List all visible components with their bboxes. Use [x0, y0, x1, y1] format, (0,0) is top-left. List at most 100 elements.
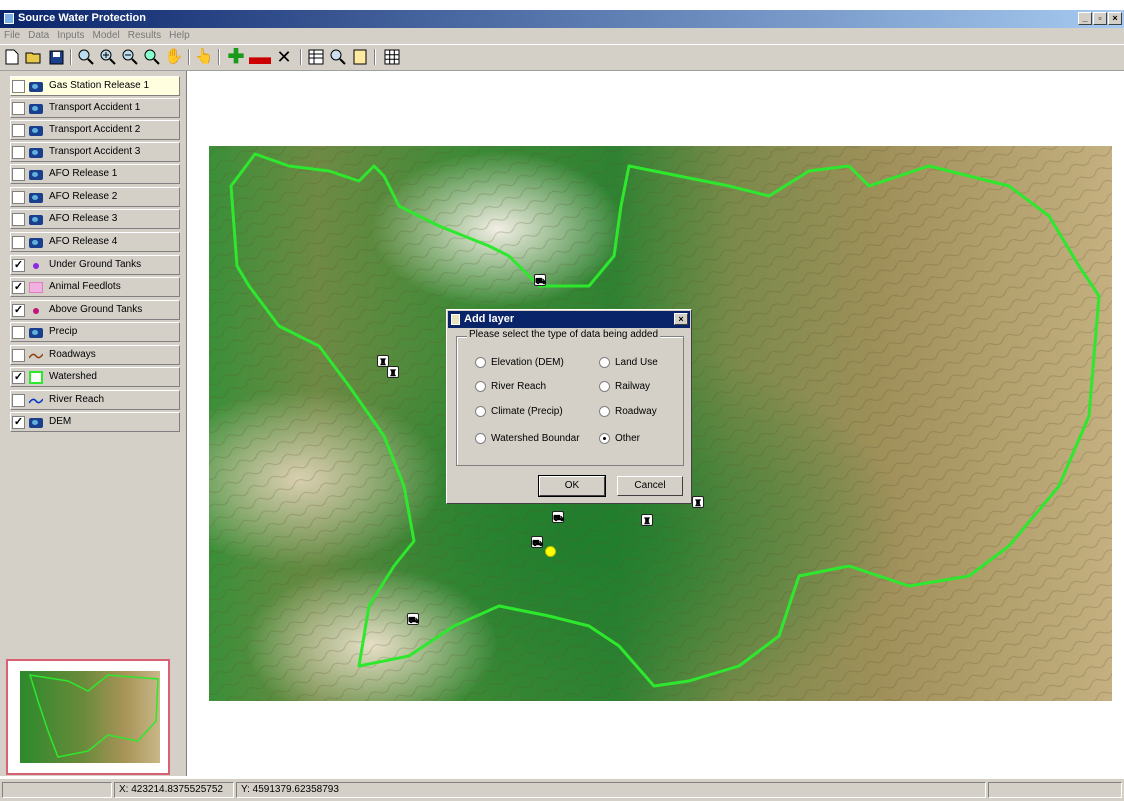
layer-label: AFO Release 1 — [49, 168, 118, 179]
map-icon — [29, 147, 43, 158]
site-marker-icon[interactable]: ⛟ — [552, 511, 564, 523]
layer-item-under-ground-tanks[interactable]: ✓ Under Ground Tanks — [10, 255, 180, 275]
status-pane-empty — [2, 782, 112, 798]
menu-results[interactable]: Results — [124, 28, 165, 44]
layer-checkbox[interactable] — [12, 124, 25, 137]
site-marker-icon[interactable]: ⛟ — [531, 536, 543, 548]
open-icon[interactable] — [24, 47, 44, 67]
layer-label: Gas Station Release 1 — [49, 80, 150, 91]
release-point-icon[interactable] — [545, 546, 556, 557]
layer-checkbox[interactable]: ✓ — [12, 259, 25, 272]
status-pane-right — [988, 782, 1122, 798]
green-box-icon — [29, 371, 43, 384]
layer-item-afo-release-3[interactable]: AFO Release 3 — [10, 209, 180, 229]
remove-layer-icon[interactable]: ▬ — [249, 46, 271, 68]
table-icon[interactable] — [306, 47, 326, 67]
layer-label: Under Ground Tanks — [49, 259, 142, 270]
layer-item-transport-accident-1[interactable]: Transport Accident 1 — [10, 98, 180, 118]
layer-item-afo-release-4[interactable]: AFO Release 4 — [10, 232, 180, 252]
title-bar: Source Water Protection _ ▫ × — [0, 10, 1124, 28]
radio-elevation-dem[interactable]: Elevation (DEM) — [475, 357, 564, 368]
purple-dot-icon — [29, 260, 43, 271]
layer-checkbox[interactable]: ✓ — [12, 416, 25, 429]
grid-icon[interactable] — [382, 47, 402, 67]
layer-checkbox[interactable]: ✓ — [12, 281, 25, 294]
map-icon — [29, 237, 43, 248]
menu-data[interactable]: Data — [24, 28, 53, 44]
layer-item-animal-feedlots[interactable]: ✓ Animal Feedlots — [10, 277, 180, 297]
layer-checkbox[interactable] — [12, 349, 25, 362]
layout-icon[interactable] — [350, 47, 370, 67]
layer-label: River Reach — [49, 394, 105, 405]
layer-item-dem[interactable]: ✓ DEM — [10, 412, 180, 432]
layer-item-above-ground-tanks[interactable]: ✓ Above Ground Tanks — [10, 300, 180, 320]
new-icon[interactable] — [2, 47, 22, 67]
maximize-button[interactable]: ▫ — [1093, 12, 1107, 25]
delete-icon[interactable]: ✕ — [274, 47, 294, 67]
layer-checkbox[interactable] — [12, 326, 25, 339]
layer-item-gas-station-release-1[interactable]: Gas Station Release 1 — [10, 76, 180, 96]
save-icon[interactable] — [46, 47, 66, 67]
find-icon[interactable] — [328, 47, 348, 67]
layer-item-transport-accident-3[interactable]: Transport Accident 3 — [10, 142, 180, 162]
layer-item-transport-accident-2[interactable]: Transport Accident 2 — [10, 120, 180, 140]
radio-watershed-boundary[interactable]: Watershed Boundar — [475, 433, 580, 444]
dialog-prompt: Please select the type of data being add… — [467, 329, 661, 340]
dialog-app-icon — [451, 314, 460, 325]
menu-help[interactable]: Help — [165, 28, 194, 44]
layer-item-afo-release-2[interactable]: AFO Release 2 — [10, 187, 180, 207]
add-layer-icon[interactable]: ✚ — [226, 47, 246, 67]
map-icon — [29, 417, 43, 428]
layer-checkbox[interactable] — [12, 191, 25, 204]
overview-map[interactable] — [6, 659, 170, 775]
layer-item-river-reach[interactable]: River Reach — [10, 390, 180, 410]
zoom-in-icon[interactable] — [98, 47, 118, 67]
dialog-close-button[interactable]: × — [674, 313, 688, 325]
tank-marker-icon[interactable]: ♜ — [387, 366, 399, 378]
radio-river-reach[interactable]: River Reach — [475, 381, 546, 392]
radio-railway[interactable]: Railway — [599, 381, 650, 392]
layer-label: Above Ground Tanks — [49, 304, 143, 315]
tank-marker-icon[interactable]: ♜ — [641, 514, 653, 526]
layer-label: DEM — [49, 416, 72, 427]
layer-checkbox[interactable]: ✓ — [12, 304, 25, 317]
zoom-out-icon[interactable] — [120, 47, 140, 67]
pan-icon[interactable]: ✋ — [164, 47, 184, 67]
tank-marker-icon[interactable]: ♜ — [692, 496, 704, 508]
cancel-button[interactable]: Cancel — [617, 476, 683, 496]
radio-roadway[interactable]: Roadway — [599, 406, 657, 417]
ok-button[interactable]: OK — [538, 475, 606, 497]
radio-climate-precip[interactable]: Climate (Precip) — [475, 406, 563, 417]
map-icon — [29, 103, 43, 114]
layer-item-afo-release-1[interactable]: AFO Release 1 — [10, 164, 180, 184]
layer-checkbox[interactable] — [12, 213, 25, 226]
layer-item-roadways[interactable]: Roadways — [10, 345, 180, 365]
menu-inputs[interactable]: Inputs — [53, 28, 88, 44]
layer-label: AFO Release 2 — [49, 191, 118, 202]
radio-other[interactable]: Other — [599, 433, 640, 444]
brown-line-icon — [29, 350, 43, 361]
toolbar: ✋ 👆 ✚ ▬ ✕ — [0, 45, 1124, 71]
layer-item-watershed[interactable]: ✓ Watershed — [10, 367, 180, 387]
layer-checkbox[interactable]: ✓ — [12, 371, 25, 384]
menu-model[interactable]: Model — [89, 28, 124, 44]
layer-item-precip[interactable]: Precip — [10, 322, 180, 342]
radio-land-use[interactable]: Land Use — [599, 357, 658, 368]
layer-checkbox[interactable] — [12, 394, 25, 407]
layer-checkbox[interactable] — [12, 102, 25, 115]
minimize-button[interactable]: _ — [1078, 12, 1092, 25]
layer-checkbox[interactable] — [12, 146, 25, 159]
layer-label: Animal Feedlots — [49, 281, 121, 292]
select-icon[interactable]: 👆 — [194, 47, 214, 67]
zoom-full-icon[interactable] — [142, 47, 162, 67]
map-icon — [29, 125, 43, 136]
zoom-icon[interactable] — [76, 47, 96, 67]
close-button[interactable]: × — [1108, 12, 1122, 25]
menu-file[interactable]: File — [0, 28, 24, 44]
layer-checkbox[interactable] — [12, 168, 25, 181]
site-marker-icon[interactable]: ⛟ — [534, 274, 546, 286]
layer-label: Watershed — [49, 371, 97, 382]
layer-checkbox[interactable] — [12, 80, 25, 93]
site-marker-icon[interactable]: ⛟ — [407, 613, 419, 625]
layer-checkbox[interactable] — [12, 236, 25, 249]
